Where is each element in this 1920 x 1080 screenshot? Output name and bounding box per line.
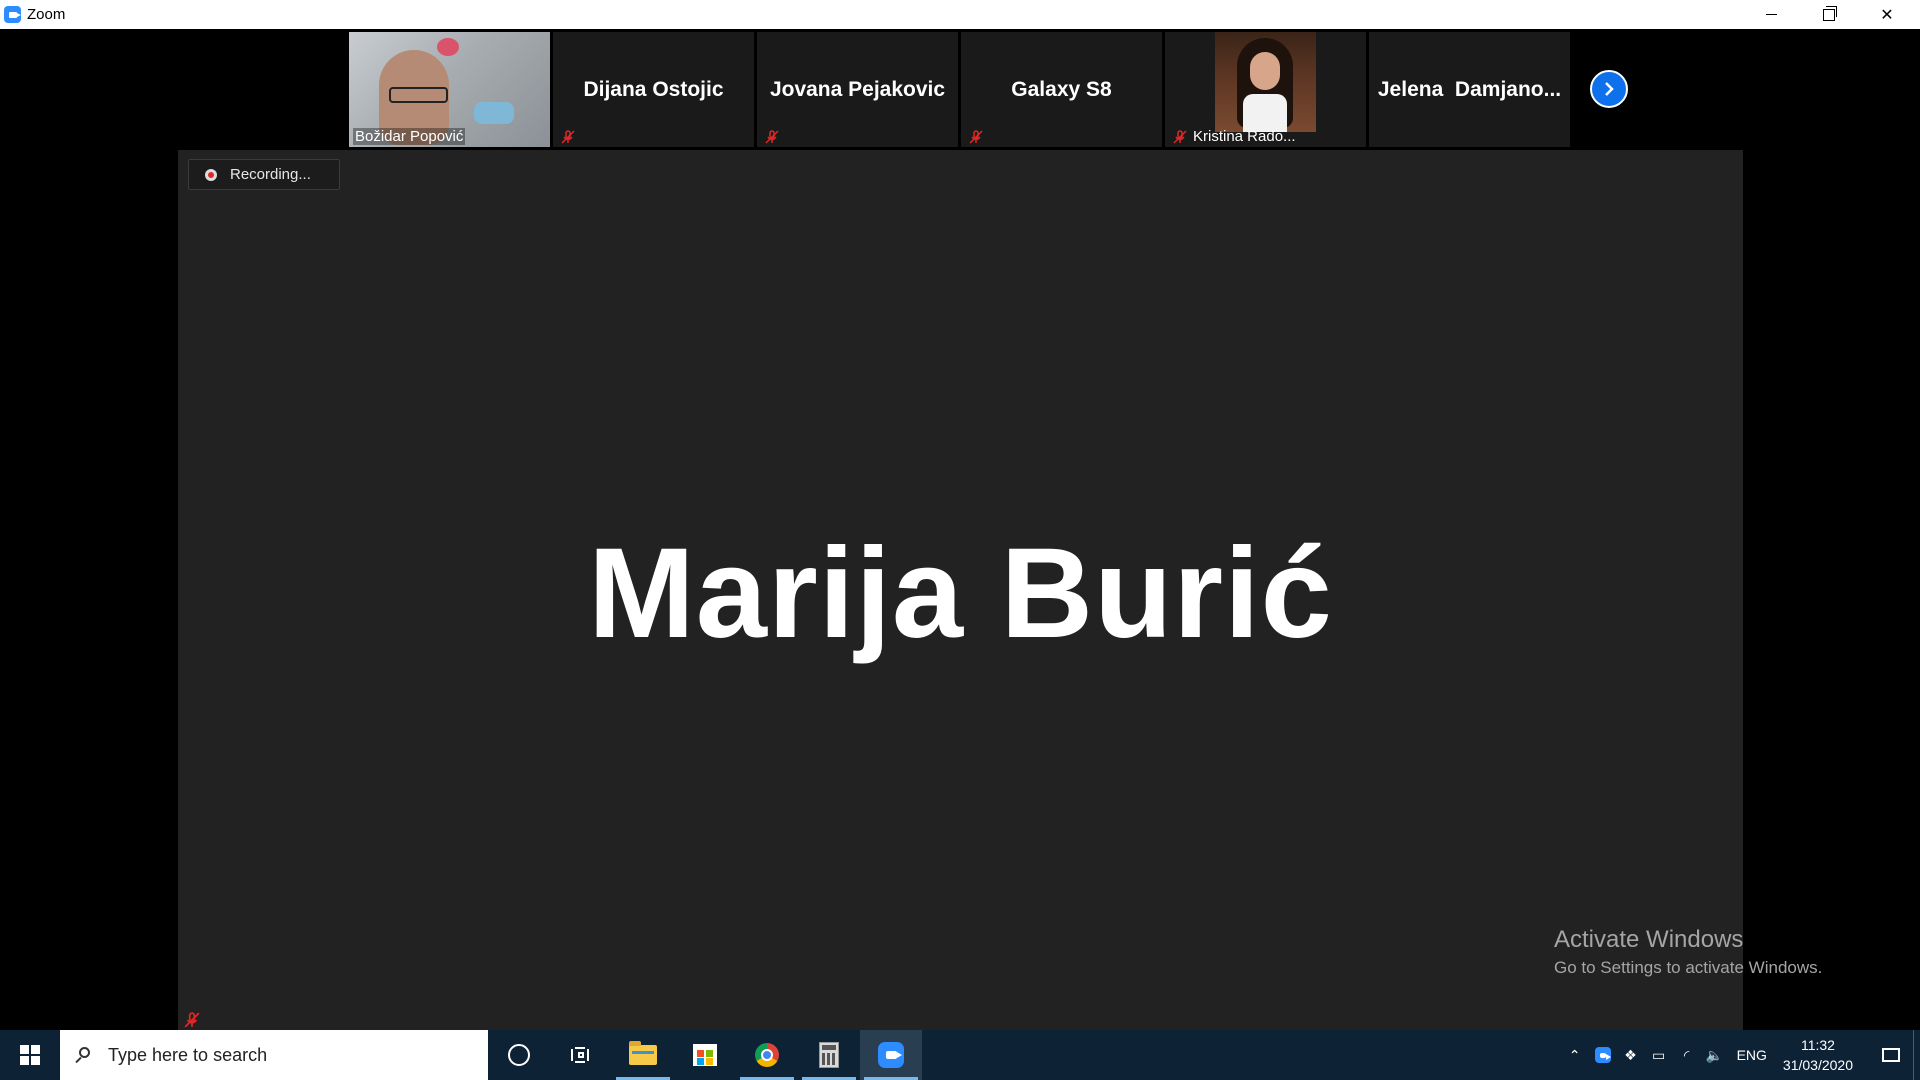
muted-mic-icon bbox=[561, 130, 575, 144]
chevron-right-icon bbox=[1605, 82, 1614, 96]
network-button[interactable]: ◜ bbox=[1673, 1030, 1701, 1080]
store-button[interactable] bbox=[674, 1030, 736, 1080]
file-explorer-button[interactable] bbox=[612, 1030, 674, 1080]
close-icon: ✕ bbox=[1880, 6, 1894, 24]
recording-indicator[interactable]: Recording... bbox=[188, 159, 340, 190]
muted-mic-icon bbox=[1173, 130, 1187, 144]
muted-mic-icon bbox=[184, 1012, 200, 1028]
calculator-button[interactable] bbox=[798, 1030, 860, 1080]
cortana-icon bbox=[508, 1044, 530, 1066]
battery-icon: ▭ bbox=[1651, 1046, 1666, 1063]
participant-tile[interactable]: Kristina Rado... bbox=[1165, 32, 1366, 147]
battery-button[interactable]: ▭ bbox=[1645, 1030, 1673, 1080]
muted-mic-icon bbox=[765, 130, 779, 144]
participant-tile[interactable]: Božidar Popović bbox=[349, 32, 550, 147]
task-view-icon bbox=[571, 1047, 591, 1063]
clock[interactable]: 11:32 31/03/2020 bbox=[1783, 1035, 1853, 1075]
wifi-icon: ◜ bbox=[1683, 1046, 1690, 1063]
volume-button[interactable]: 🔈 bbox=[1701, 1030, 1729, 1080]
active-speaker-name: Marija Burić bbox=[588, 522, 1333, 665]
participant-tile[interactable]: Dijana Ostojic bbox=[553, 32, 754, 147]
taskbar-search[interactable]: Type here to search bbox=[60, 1030, 488, 1080]
record-icon bbox=[205, 168, 217, 181]
minimize-button[interactable] bbox=[1742, 0, 1800, 29]
watermark-title: Activate Windows bbox=[1554, 926, 1744, 953]
dropbox-icon: ❖ bbox=[1624, 1046, 1637, 1063]
task-view-button[interactable] bbox=[550, 1030, 612, 1080]
active-speaker-view: Recording... Marija Burić bbox=[178, 150, 1743, 1030]
language-indicator[interactable]: ENG bbox=[1737, 1047, 1767, 1063]
participant-strip: Božidar Popović Dijana Ostojic Jovana Pe… bbox=[349, 32, 1570, 147]
cortana-button[interactable] bbox=[488, 1030, 550, 1080]
activate-windows-watermark: Activate Windows Go to Settings to activ… bbox=[1554, 926, 1822, 978]
window-title: Zoom bbox=[27, 6, 66, 23]
start-button[interactable] bbox=[0, 1030, 60, 1080]
participant-name: Jelena Damjano... bbox=[1377, 77, 1562, 101]
zoom-tray-button[interactable] bbox=[1589, 1030, 1617, 1080]
action-center-button[interactable] bbox=[1869, 1030, 1913, 1080]
restore-icon bbox=[1823, 5, 1837, 21]
participant-name: Dijana Ostojic bbox=[583, 77, 724, 101]
show-hidden-icons-button[interactable]: ⌃ bbox=[1561, 1030, 1589, 1080]
store-icon bbox=[693, 1044, 717, 1066]
chrome-button[interactable] bbox=[736, 1030, 798, 1080]
calculator-icon bbox=[819, 1042, 839, 1068]
chevron-up-icon: ⌃ bbox=[1568, 1046, 1581, 1063]
next-page-button[interactable] bbox=[1590, 70, 1628, 108]
windows-icon bbox=[20, 1045, 40, 1065]
clock-time: 11:32 bbox=[1800, 1037, 1835, 1053]
minimize-icon bbox=[1765, 14, 1777, 15]
volume-icon: 🔈 bbox=[1705, 1046, 1724, 1063]
zoom-tray-icon bbox=[1594, 1047, 1611, 1063]
taskbar: Type here to search ⌃ ❖ ▭ ◜ 🔈 ENG 11:32 … bbox=[0, 1030, 1920, 1080]
participant-name: Galaxy S8 bbox=[1011, 77, 1112, 101]
title-bar: Zoom ✕ bbox=[0, 0, 1920, 29]
participant-name: Jovana Pejakovic bbox=[769, 77, 946, 101]
search-icon bbox=[74, 1047, 90, 1063]
dropbox-button[interactable]: ❖ bbox=[1617, 1030, 1645, 1080]
watermark-subtitle: Go to Settings to activate Windows. bbox=[1554, 958, 1823, 977]
participant-tile[interactable]: Jovana Pejakovic bbox=[757, 32, 958, 147]
zoom-app-icon bbox=[4, 6, 21, 23]
chrome-icon bbox=[755, 1043, 779, 1067]
system-tray: ⌃ ❖ ▭ ◜ 🔈 ENG 11:32 31/03/2020 bbox=[1561, 1030, 1920, 1080]
participant-tile[interactable]: Galaxy S8 bbox=[961, 32, 1162, 147]
zoom-icon bbox=[878, 1042, 904, 1068]
participant-photo bbox=[1215, 32, 1316, 132]
file-explorer-icon bbox=[629, 1041, 657, 1065]
notification-icon bbox=[1882, 1048, 1900, 1062]
search-placeholder: Type here to search bbox=[108, 1044, 268, 1065]
participant-tile[interactable]: Jelena Damjano... bbox=[1369, 32, 1570, 147]
close-button[interactable]: ✕ bbox=[1858, 0, 1916, 29]
restore-button[interactable] bbox=[1800, 0, 1858, 29]
recording-label: Recording... bbox=[230, 166, 311, 183]
muted-mic-icon bbox=[969, 130, 983, 144]
participant-name-label: Božidar Popović bbox=[353, 128, 466, 145]
participant-name-label: Kristina Rado... bbox=[1193, 128, 1296, 145]
clock-date: 31/03/2020 bbox=[1782, 1057, 1853, 1073]
show-desktop-button[interactable] bbox=[1913, 1030, 1920, 1080]
zoom-taskbar-button[interactable] bbox=[860, 1030, 922, 1080]
